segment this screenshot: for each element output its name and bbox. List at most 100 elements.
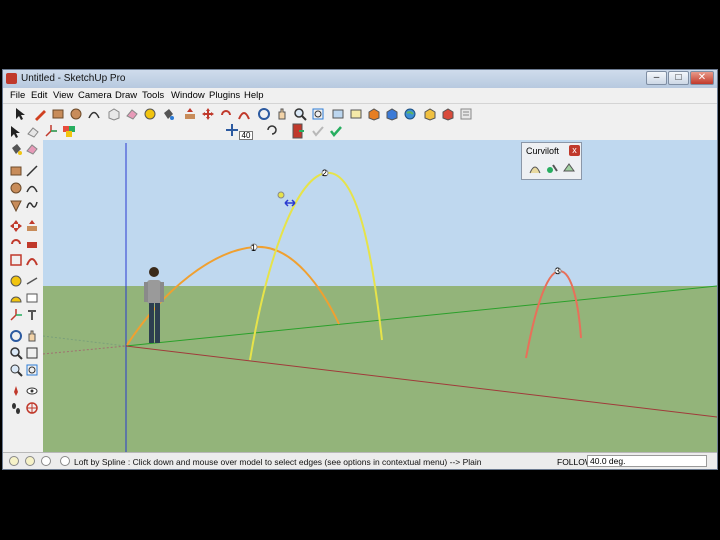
move-icon[interactable] <box>201 107 215 121</box>
dimension-icon[interactable] <box>25 274 39 288</box>
component-options-icon[interactable] <box>423 107 437 121</box>
instructor-icon[interactable] <box>60 456 70 466</box>
arc-icon[interactable] <box>87 107 101 121</box>
zoom-window-icon[interactable] <box>25 346 39 360</box>
vcb-input[interactable]: 40.0 deg. <box>587 455 707 467</box>
sketchup-app-icon <box>6 73 17 84</box>
offset-icon[interactable] <box>25 253 39 267</box>
loft-along-path-icon[interactable] <box>562 161 576 175</box>
follow-axis-icon[interactable] <box>225 123 239 137</box>
circle-icon[interactable] <box>9 181 23 195</box>
curviloft-title: Curviloft <box>526 146 560 156</box>
follow-angle-field[interactable]: 40 <box>239 131 253 140</box>
menu-draw[interactable]: Draw <box>115 90 137 101</box>
extension-warehouse-icon[interactable] <box>441 107 455 121</box>
arc-icon[interactable] <box>25 181 39 195</box>
model-canvas[interactable]: 1 2 3 <box>43 140 717 452</box>
paint-bucket-icon[interactable] <box>161 107 175 121</box>
previous-view-icon[interactable] <box>331 107 345 121</box>
orbit-icon[interactable] <box>9 329 23 343</box>
menu-file[interactable]: File <box>10 90 25 101</box>
section-plane-icon[interactable] <box>25 401 39 415</box>
rotate-icon[interactable] <box>219 107 233 121</box>
rectangle-icon[interactable] <box>51 107 65 121</box>
curviloft-close-button[interactable]: x <box>569 145 580 156</box>
plugin-toolbar <box>3 123 717 140</box>
rotate-icon[interactable] <box>9 236 23 250</box>
pan-icon[interactable] <box>275 107 289 121</box>
axes-icon[interactable] <box>9 308 23 322</box>
pan-icon[interactable] <box>25 329 39 343</box>
eraser-icon[interactable] <box>25 142 39 156</box>
push-pull-icon[interactable] <box>25 219 39 233</box>
axes-icon[interactable] <box>44 124 58 138</box>
follow-me-icon[interactable] <box>25 236 39 250</box>
text-icon[interactable] <box>25 291 39 305</box>
walk-icon[interactable] <box>9 401 23 415</box>
validate-check-icon[interactable] <box>329 124 343 138</box>
arc-2-label: 2 <box>322 168 327 178</box>
menu-edit[interactable]: Edit <box>31 90 47 101</box>
menu-help[interactable]: Help <box>244 90 264 101</box>
protractor-icon[interactable] <box>9 291 23 305</box>
sketchup-window: Untitled - SketchUp Pro – □ ✕ File Edit … <box>2 69 718 470</box>
model-viewport[interactable]: 1 2 3 <box>43 140 717 452</box>
paint-bucket-icon[interactable] <box>9 142 23 156</box>
select-arrow-icon[interactable] <box>8 125 22 139</box>
scale-icon[interactable] <box>9 253 23 267</box>
previous-icon[interactable] <box>9 363 23 377</box>
sky <box>43 140 717 286</box>
follow-reset-icon[interactable] <box>265 123 279 137</box>
orbit-icon[interactable] <box>257 107 271 121</box>
make-component-icon[interactable] <box>107 107 121 121</box>
move-icon[interactable] <box>9 219 23 233</box>
maximize-button[interactable]: □ <box>668 71 689 85</box>
arc-1-label: 1 <box>251 243 256 253</box>
zoom-icon[interactable] <box>293 107 307 121</box>
menu-camera[interactable]: Camera <box>78 90 112 101</box>
circle-icon[interactable] <box>69 107 83 121</box>
push-pull-icon[interactable] <box>183 107 197 121</box>
position-camera-icon[interactable] <box>9 384 23 398</box>
next-view-icon[interactable] <box>349 107 363 121</box>
pencil-icon[interactable] <box>33 107 47 121</box>
loft-by-spline-icon[interactable] <box>528 161 542 175</box>
exit-door-icon[interactable] <box>291 123 305 139</box>
tape-measure-icon[interactable] <box>143 107 157 121</box>
google-earth-icon[interactable] <box>403 107 417 121</box>
zoom-extents-icon[interactable] <box>311 107 325 121</box>
geo-location-icon[interactable] <box>9 456 19 466</box>
look-around-icon[interactable] <box>25 384 39 398</box>
credits-icon[interactable] <box>25 456 35 466</box>
rectangle-icon[interactable] <box>9 164 23 178</box>
3d-text-icon[interactable] <box>25 308 39 322</box>
select-arrow-icon[interactable] <box>13 107 27 121</box>
offset-icon[interactable] <box>237 107 251 121</box>
close-button[interactable]: ✕ <box>690 71 714 85</box>
zoom-icon[interactable] <box>9 346 23 360</box>
freehand-icon[interactable] <box>25 198 39 212</box>
eraser-icon[interactable] <box>26 125 40 139</box>
share-model-icon[interactable] <box>385 107 399 121</box>
get-models-icon[interactable] <box>367 107 381 121</box>
menu-view[interactable]: View <box>53 90 73 101</box>
validate-disabled-icon[interactable] <box>311 124 325 138</box>
title-bar: Untitled - SketchUp Pro – □ ✕ <box>3 70 717 88</box>
line-icon[interactable] <box>25 164 39 178</box>
main-toolbar <box>3 104 717 123</box>
layout-icon[interactable] <box>459 107 473 121</box>
minimize-button[interactable]: – <box>646 71 667 85</box>
window-title: Untitled - SketchUp Pro <box>21 73 126 84</box>
menu-plugins[interactable]: Plugins <box>209 90 240 101</box>
menu-tools[interactable]: Tools <box>142 90 164 101</box>
zoom-extents-icon[interactable] <box>25 363 39 377</box>
eraser-icon[interactable] <box>125 107 139 121</box>
menu-bar: File Edit View Camera Draw Tools Window … <box>3 88 717 104</box>
menu-window[interactable]: Window <box>171 90 205 101</box>
status-message: Loft by Spline : Click down and mouse ov… <box>74 457 482 467</box>
help-icon[interactable] <box>41 456 51 466</box>
color-materials-icon[interactable] <box>62 124 76 138</box>
tape-measure-icon[interactable] <box>9 274 23 288</box>
skinning-icon[interactable] <box>545 161 559 175</box>
polygon-icon[interactable] <box>9 198 23 212</box>
